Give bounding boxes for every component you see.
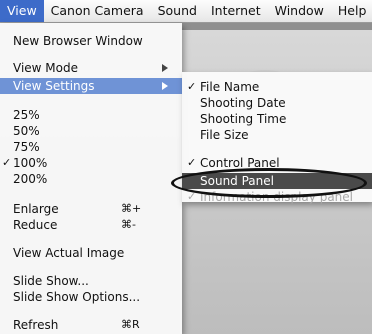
view-actual-image-label: View Actual Image [13, 246, 125, 260]
refresh-label: Refresh [13, 318, 59, 332]
menu-sound[interactable]: Sound [151, 0, 204, 22]
new-browser-window-item[interactable]: New Browser Window [0, 33, 182, 49]
refresh-shortcut: ⌘R [121, 318, 140, 331]
submenu-arrow-icon [162, 64, 168, 72]
zoom-50-label: 50% [13, 124, 40, 138]
view-settings-label: View Settings [13, 79, 95, 93]
view-settings-item[interactable]: View Settings [0, 78, 182, 94]
menu-bar: View Canon Camera Sound Internet Window … [0, 0, 372, 23]
slide-show-options-label: Slide Show Options... [13, 290, 141, 304]
reduce-item[interactable]: Reduce ⌘- [0, 217, 182, 233]
view-mode-label: View Mode [13, 61, 78, 75]
zoom-100-item[interactable]: ✓ 100% [0, 155, 182, 171]
sound-panel-label: Sound Panel [200, 174, 274, 188]
slide-show-options-item[interactable]: Slide Show Options... [0, 289, 182, 305]
zoom-200-item[interactable]: 200% [0, 171, 182, 187]
enlarge-shortcut: ⌘+ [121, 202, 142, 215]
shooting-time-item[interactable]: Shooting Time [182, 111, 372, 127]
sound-panel-item[interactable]: Sound Panel [182, 173, 372, 189]
file-name-label: File Name [200, 80, 260, 94]
menu-canon-camera[interactable]: Canon Camera [44, 0, 151, 22]
zoom-25-label: 25% [13, 108, 40, 122]
information-panel-item[interactable]: ✓ Information display panel [182, 189, 372, 205]
checkmark-icon: ✓ [187, 190, 197, 203]
slide-show-item[interactable]: Slide Show... [0, 273, 182, 289]
view-menu: New Browser Window View Mode View Settin… [0, 23, 182, 334]
shooting-time-label: Shooting Time [200, 112, 287, 126]
file-size-item[interactable]: File Size [182, 127, 372, 143]
shooting-date-label: Shooting Date [200, 96, 286, 110]
checkmark-icon: ✓ [187, 156, 197, 169]
menu-window[interactable]: Window [268, 0, 331, 22]
checkmark-icon: ✓ [2, 156, 12, 169]
zoom-100-label: 100% [13, 156, 48, 170]
submenu-arrow-icon [162, 82, 168, 90]
zoom-25-item[interactable]: 25% [0, 107, 182, 123]
view-actual-image-item[interactable]: View Actual Image [0, 245, 182, 261]
menu-internet[interactable]: Internet [204, 0, 268, 22]
zoom-200-label: 200% [13, 172, 48, 186]
enlarge-item[interactable]: Enlarge ⌘+ [0, 201, 182, 217]
zoom-75-item[interactable]: 75% [0, 139, 182, 155]
checkmark-icon: ✓ [187, 80, 197, 93]
information-panel-label: Information display panel [200, 190, 353, 204]
view-mode-item[interactable]: View Mode [0, 60, 182, 76]
file-name-item[interactable]: ✓ File Name [182, 79, 372, 95]
file-size-label: File Size [200, 128, 249, 142]
shooting-date-item[interactable]: Shooting Date [182, 95, 372, 111]
enlarge-label: Enlarge [13, 202, 59, 216]
menu-view[interactable]: View [0, 0, 44, 22]
menu-help[interactable]: Help [331, 0, 372, 22]
reduce-shortcut: ⌘- [121, 218, 136, 231]
view-settings-submenu: ✓ File Name Shooting Date Shooting Time F… [182, 72, 372, 205]
refresh-item[interactable]: Refresh ⌘R [0, 317, 182, 333]
slide-show-label: Slide Show... [13, 274, 89, 288]
control-panel-label: Control Panel [200, 156, 280, 170]
zoom-75-label: 75% [13, 140, 40, 154]
reduce-label: Reduce [13, 218, 58, 232]
zoom-50-item[interactable]: 50% [0, 123, 182, 139]
new-browser-window-label: New Browser Window [13, 34, 143, 48]
control-panel-item[interactable]: ✓ Control Panel [182, 155, 372, 171]
